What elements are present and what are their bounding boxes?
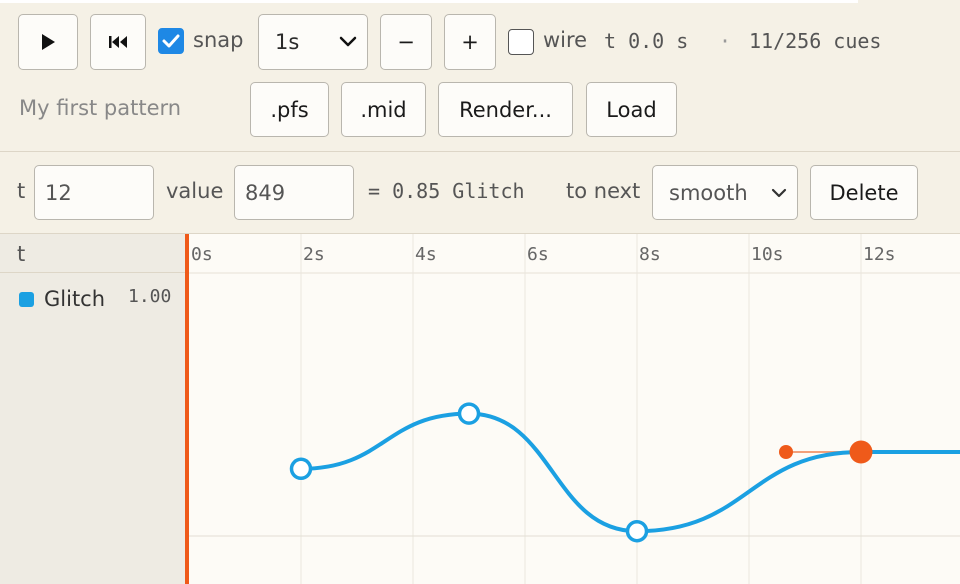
export-pfs-button[interactable]: .pfs [250, 82, 329, 137]
decrease-button[interactable]: − [380, 14, 432, 70]
snap-interval-value: 1s [275, 30, 300, 54]
increase-button[interactable]: + [444, 14, 496, 70]
divider [0, 272, 186, 273]
keyframe[interactable] [457, 402, 481, 425]
chevron-down-icon [339, 36, 357, 47]
toolbar-top-edge [0, 0, 858, 3]
cue-count: 11/256 cues [749, 29, 882, 53]
chevron-down-icon [771, 188, 787, 197]
computed-value: = 0.85 Glitch [368, 179, 525, 203]
cue-editor: t 12 value 849 = 0.85 Glitch to next smo… [0, 152, 960, 234]
snap-label: snap [193, 28, 244, 52]
export-mid-button[interactable]: .mid [341, 82, 426, 137]
value-input[interactable]: 849 [234, 165, 354, 220]
rewind-button[interactable] [90, 14, 146, 70]
track-name: Glitch [44, 287, 106, 311]
track-max-value: 1.00 [128, 286, 172, 307]
toolbar: snap 1s − + wire t 0.0 s · 11/256 cues M… [0, 0, 960, 152]
keyframe[interactable] [289, 457, 313, 481]
play-icon [42, 34, 55, 50]
value-label: value [166, 179, 224, 203]
play-button[interactable] [18, 14, 78, 70]
track-row-glitch[interactable]: Glitch 1.00 [0, 274, 186, 318]
timeline-canvas[interactable]: 0s 2s 4s 6s 8s 10s 12s [189, 234, 960, 584]
track-header-label: t [17, 242, 26, 266]
track-list: t Glitch 1.00 [0, 234, 186, 584]
to-next-label: to next [566, 179, 641, 203]
snap-checkbox[interactable] [158, 28, 184, 54]
track-color-swatch [19, 292, 34, 307]
tangent-handle-dot [779, 445, 793, 459]
keyframe[interactable] [625, 519, 649, 543]
wire-label: wire [543, 28, 588, 52]
ruler-tick-label: 12s [863, 244, 896, 265]
time-readout: t 0.0 s [604, 29, 689, 53]
ruler-tick-label: 0s [191, 244, 213, 265]
ruler-tick-label: 10s [751, 244, 784, 265]
delete-button[interactable]: Delete [810, 165, 918, 220]
keyframe-selected[interactable] [849, 440, 873, 464]
interpolation-value: smooth [669, 180, 748, 205]
time-input[interactable]: 12 [34, 165, 154, 220]
wire-checkbox[interactable] [508, 29, 534, 55]
render-button[interactable]: Render... [438, 82, 573, 137]
snap-interval-select[interactable]: 1s [258, 14, 368, 70]
timeline[interactable]: 0s 2s 4s 6s 8s 10s 12s [189, 234, 960, 584]
checkmark-icon [162, 34, 179, 47]
separator-dot: · [719, 29, 732, 53]
ruler-tick-label: 2s [303, 244, 325, 265]
load-button[interactable]: Load [586, 82, 677, 137]
skip-to-start-icon [109, 36, 127, 48]
interpolation-select[interactable]: smooth [652, 165, 798, 220]
ruler-tick-label: 6s [527, 244, 549, 265]
ruler-tick-label: 8s [639, 244, 661, 265]
t-label: t [17, 179, 26, 203]
ruler-tick-label: 4s [415, 244, 437, 265]
pattern-name[interactable]: My first pattern [19, 96, 181, 120]
